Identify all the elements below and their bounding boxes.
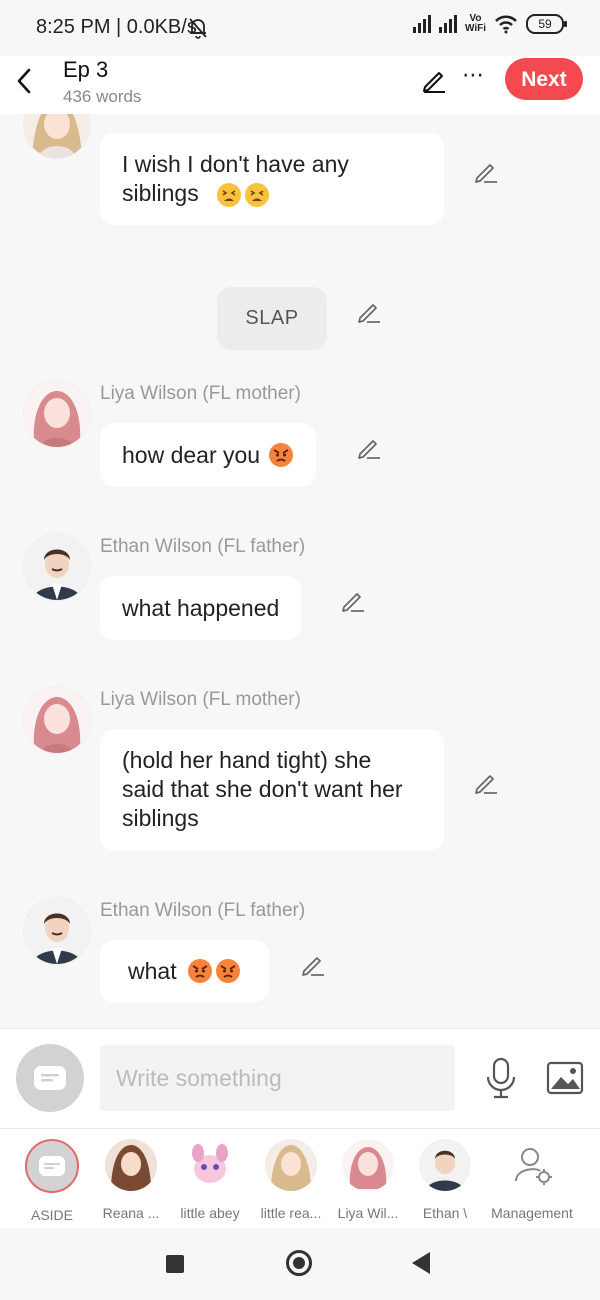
tired-face-emoji-icon bbox=[217, 183, 241, 207]
character-ethan[interactable]: Ethan \ bbox=[405, 1139, 485, 1221]
aside-chat-icon bbox=[34, 1066, 66, 1090]
message-bubble-1[interactable]: I wish I don't have any siblings bbox=[100, 133, 444, 225]
editor-header: Ep 3 436 words ⋯ Next bbox=[0, 56, 600, 114]
character-label: Ethan \ bbox=[422, 1205, 468, 1221]
character-label: ASIDE bbox=[30, 1207, 73, 1223]
character-aside[interactable]: ASIDE bbox=[12, 1139, 92, 1223]
signal-icon bbox=[412, 15, 431, 33]
aside-message[interactable]: SLAP bbox=[217, 287, 327, 350]
liya-avatar bbox=[342, 1139, 394, 1191]
character-little-abey[interactable]: little abey bbox=[170, 1139, 250, 1221]
message-bubble-5[interactable]: what bbox=[100, 940, 269, 1002]
message-input[interactable]: Write something bbox=[100, 1045, 455, 1111]
edit-message-icon[interactable] bbox=[474, 770, 498, 794]
angry-face-emoji-icon bbox=[269, 443, 294, 467]
message-text: how dear you bbox=[122, 441, 261, 468]
recents-button[interactable] bbox=[166, 1255, 184, 1273]
edit-message-icon[interactable] bbox=[474, 159, 498, 183]
speaker-name: Liya Wilson (FL mother) bbox=[100, 689, 301, 710]
liya-avatar[interactable] bbox=[24, 381, 90, 447]
liya-avatar[interactable] bbox=[24, 687, 90, 753]
angry-face-emoji-icon bbox=[187, 959, 212, 983]
next-button[interactable]: Next bbox=[505, 58, 583, 100]
reana-avatar bbox=[105, 1139, 157, 1191]
little-abey-avatar bbox=[184, 1139, 236, 1191]
edit-message-icon[interactable] bbox=[357, 299, 381, 323]
ethan-avatar[interactable] bbox=[24, 534, 90, 600]
status-time: 8:25 PM | 0.0KB/s bbox=[36, 16, 197, 38]
back-button[interactable] bbox=[412, 1252, 430, 1274]
character-label: Management bbox=[491, 1205, 573, 1221]
aside-mode-button[interactable] bbox=[16, 1044, 84, 1112]
wifi-icon bbox=[495, 15, 517, 34]
edit-message-icon[interactable] bbox=[357, 435, 381, 459]
management-icon bbox=[506, 1139, 558, 1191]
message-text: (hold her hand tight) she said that she … bbox=[122, 747, 403, 831]
composer-bar: Write something bbox=[0, 1028, 600, 1129]
character-label: little rea... bbox=[260, 1205, 322, 1221]
signal-icon-2 bbox=[438, 15, 457, 33]
speaker-name: Ethan Wilson (FL father) bbox=[100, 900, 306, 921]
message-text: what bbox=[128, 957, 177, 984]
edit-message-icon[interactable] bbox=[301, 952, 325, 976]
system-nav-bar bbox=[0, 1228, 600, 1300]
vowifi-badge: Vo WiFi bbox=[464, 13, 486, 34]
edit-pencil-icon[interactable] bbox=[421, 67, 447, 93]
battery-indicator: 59 bbox=[526, 14, 567, 34]
message-bubble-2[interactable]: how dear you bbox=[100, 423, 317, 487]
aside-icon bbox=[25, 1139, 79, 1193]
character-label: little abey bbox=[180, 1205, 240, 1221]
word-count: 436 words bbox=[63, 87, 142, 106]
character-little-reana[interactable]: little rea... bbox=[251, 1139, 331, 1221]
microphone-icon[interactable] bbox=[484, 1057, 518, 1099]
status-bar: 8:25 PM | 0.0KB/s Vo WiFi 59 bbox=[0, 0, 600, 56]
home-button[interactable] bbox=[286, 1250, 312, 1276]
character-reana[interactable]: Reana ... bbox=[91, 1139, 171, 1221]
ethan-avatar bbox=[419, 1139, 471, 1191]
little-reana-avatar bbox=[265, 1139, 317, 1191]
edit-message-icon[interactable] bbox=[341, 588, 365, 612]
angry-face-emoji-icon bbox=[215, 959, 240, 983]
image-icon[interactable] bbox=[546, 1061, 584, 1095]
message-bubble-4[interactable]: (hold her hand tight) she said that she … bbox=[100, 729, 444, 850]
character-label: Liya Wil... bbox=[337, 1205, 399, 1221]
chat-area[interactable]: I wish I don't have any siblings SLAP Li… bbox=[0, 114, 600, 1028]
ethan-avatar[interactable] bbox=[24, 898, 90, 964]
episode-title: Ep 3 bbox=[63, 57, 109, 82]
silent-bell-icon bbox=[189, 18, 207, 39]
speaker-name: Liya Wilson (FL mother) bbox=[100, 383, 301, 404]
character-liya[interactable]: Liya Wil... bbox=[328, 1139, 408, 1221]
message-bubble-3[interactable]: what happened bbox=[100, 576, 302, 640]
reana-avatar[interactable] bbox=[24, 114, 90, 158]
character-label: Reana ... bbox=[102, 1205, 160, 1221]
speaker-name: Ethan Wilson (FL father) bbox=[100, 536, 306, 557]
tired-face-emoji-icon bbox=[245, 183, 269, 207]
character-selector: ASIDE Reana ... little abey little rea..… bbox=[0, 1128, 600, 1229]
more-options-icon[interactable]: ⋯ bbox=[462, 62, 485, 88]
message-text: what happened bbox=[122, 594, 280, 621]
back-arrow-icon[interactable] bbox=[14, 66, 36, 96]
character-management[interactable]: Management bbox=[487, 1139, 577, 1221]
